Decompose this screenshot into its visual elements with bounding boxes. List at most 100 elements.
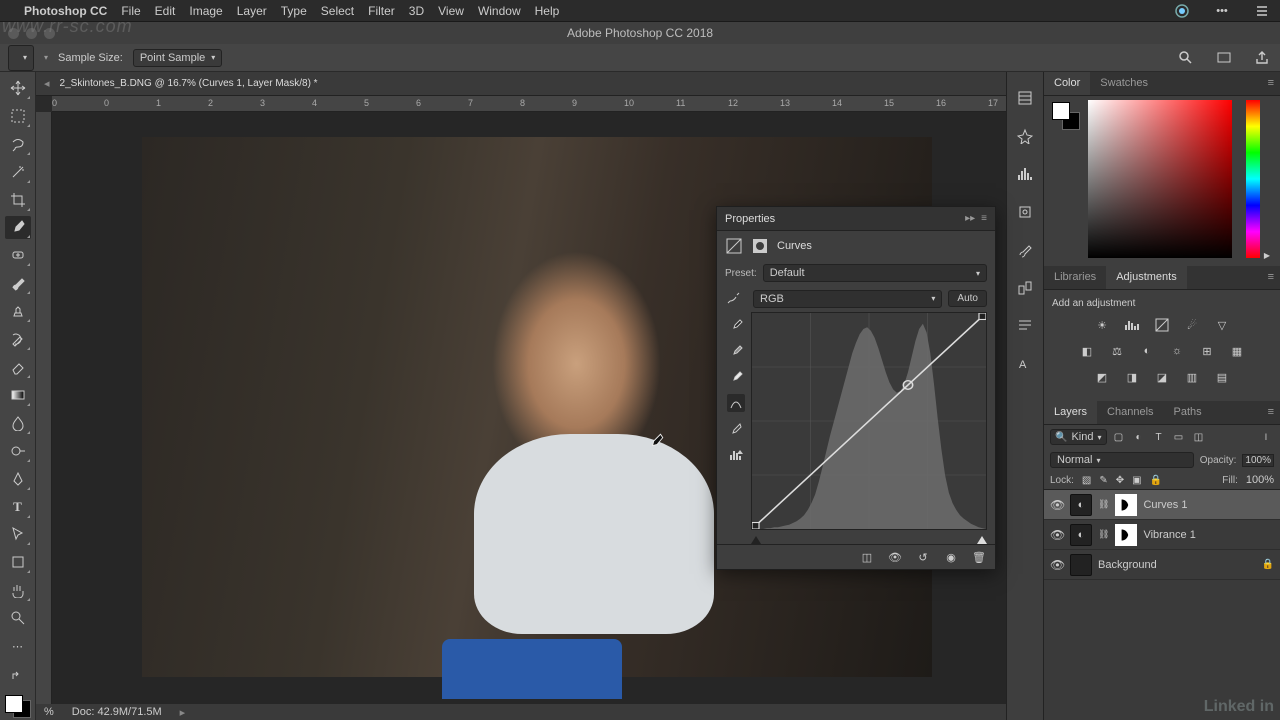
share-icon[interactable] xyxy=(1252,48,1272,68)
screenmode-icon[interactable] xyxy=(1214,48,1234,68)
magic-wand-tool[interactable] xyxy=(5,160,31,184)
menu-file[interactable]: File xyxy=(121,4,140,18)
filter-pixel-icon[interactable]: ▢ xyxy=(1111,429,1127,445)
edit-points-icon[interactable] xyxy=(727,394,745,412)
menu-type[interactable]: Type xyxy=(281,4,307,18)
eyedropper-black-icon[interactable] xyxy=(727,316,745,334)
menu-3d[interactable]: 3D xyxy=(409,4,424,18)
lock-artboard-icon[interactable]: ▣ xyxy=(1132,475,1141,486)
tab-channels[interactable]: Channels xyxy=(1097,401,1163,424)
filter-toggle-icon[interactable]: ⏽ xyxy=(1258,429,1274,445)
menu-layer[interactable]: Layer xyxy=(237,4,267,18)
adj-vibrance-icon[interactable]: ▽ xyxy=(1212,315,1232,335)
adj-exposure-icon[interactable]: ☄ xyxy=(1182,315,1202,335)
channel-select[interactable]: RGB xyxy=(753,290,942,308)
blend-mode-select[interactable]: Normal xyxy=(1050,452,1194,468)
gradient-tool[interactable] xyxy=(5,383,31,407)
layer-curves-1[interactable]: 👁 ◐ ⛓ Curves 1 xyxy=(1044,490,1280,520)
target-adjust-icon[interactable] xyxy=(725,288,747,309)
link-icon[interactable]: ⛓ xyxy=(1098,529,1109,540)
curves-graph[interactable] xyxy=(751,312,987,530)
tab-layers[interactable]: Layers xyxy=(1044,401,1097,424)
color-panel-menu-icon[interactable]: ≡ xyxy=(1262,72,1280,95)
tab-swatches[interactable]: Swatches xyxy=(1090,72,1158,95)
info-panel-icon[interactable] xyxy=(1015,202,1035,222)
swap-fgbg-icon[interactable] xyxy=(5,670,31,683)
app-name[interactable]: Photoshop CC xyxy=(24,4,107,18)
adj-lut-icon[interactable]: ▦ xyxy=(1227,341,1247,361)
blur-tool[interactable] xyxy=(5,411,31,435)
clone-panel-icon[interactable] xyxy=(1015,278,1035,298)
filter-shape-icon[interactable]: ▭ xyxy=(1171,429,1187,445)
visibility-toggle-icon[interactable]: 👁 xyxy=(1050,498,1064,512)
color-field[interactable] xyxy=(1088,100,1232,258)
tab-color[interactable]: Color xyxy=(1044,72,1090,95)
properties-menu-icon[interactable]: ≡ xyxy=(981,213,987,224)
menu-edit[interactable]: Edit xyxy=(155,4,176,18)
paragraph-panel-icon[interactable] xyxy=(1015,316,1035,336)
adjustment-thumb-icon[interactable]: ◐ xyxy=(1070,524,1092,546)
layer-mask-thumb[interactable] xyxy=(1115,494,1137,516)
draw-curve-icon[interactable] xyxy=(727,420,745,438)
clip-to-layer-icon[interactable]: ◫ xyxy=(859,549,875,565)
adj-mixer-icon[interactable]: ⊞ xyxy=(1197,341,1217,361)
move-tool[interactable] xyxy=(5,76,31,100)
lock-transparency-icon[interactable]: ▧ xyxy=(1082,475,1091,486)
lock-position-icon[interactable]: ✥ xyxy=(1116,475,1124,486)
mask-icon[interactable] xyxy=(751,237,769,255)
filter-adjust-icon[interactable]: ◐ xyxy=(1131,429,1147,445)
adj-posterize-icon[interactable]: ◨ xyxy=(1122,367,1142,387)
adj-bw-icon[interactable]: ◐ xyxy=(1137,341,1157,361)
layer-name[interactable]: Vibrance 1 xyxy=(1143,529,1195,541)
filter-smart-icon[interactable]: ◫ xyxy=(1191,429,1207,445)
type-tool[interactable]: T xyxy=(5,495,31,519)
edit-toolbar[interactable]: ⋯ xyxy=(5,634,31,658)
more-icon[interactable]: ••• xyxy=(1214,3,1230,19)
navigator-panel-icon[interactable] xyxy=(1015,126,1035,146)
layer-vibrance-1[interactable]: 👁 ◐ ⛓ Vibrance 1 xyxy=(1044,520,1280,550)
menu-filter[interactable]: Filter xyxy=(368,4,395,18)
tab-libraries[interactable]: Libraries xyxy=(1044,266,1106,289)
preset-select[interactable]: Default xyxy=(763,264,987,282)
path-select-tool[interactable] xyxy=(5,523,31,547)
collapse-icon[interactable]: ▸▸ xyxy=(965,213,975,224)
history-panel-icon[interactable] xyxy=(1015,88,1035,108)
marquee-tool[interactable] xyxy=(5,104,31,128)
link-icon[interactable]: ⛓ xyxy=(1098,499,1109,510)
fill-value[interactable]: 100% xyxy=(1246,474,1274,486)
layer-thumb[interactable] xyxy=(1070,554,1092,576)
properties-panel[interactable]: Properties ▸▸ ≡ Curves Preset: Default R… xyxy=(716,206,996,570)
layer-background[interactable]: 👁 Background 🔒 xyxy=(1044,550,1280,580)
view-previous-icon[interactable]: ◉ xyxy=(943,549,959,565)
ruler-horizontal[interactable]: 00123456789101112131415161718 xyxy=(52,96,1006,112)
lasso-tool[interactable] xyxy=(5,132,31,156)
curves-sliders[interactable] xyxy=(751,534,987,544)
tab-adjustments[interactable]: Adjustments xyxy=(1106,266,1187,289)
histogram-panel-icon[interactable] xyxy=(1015,164,1035,184)
visibility-toggle-icon[interactable]: 👁 xyxy=(1050,528,1064,542)
hue-bar[interactable] xyxy=(1246,100,1260,258)
filter-type-icon[interactable]: T xyxy=(1151,429,1167,445)
adj-brightness-icon[interactable]: ☀ xyxy=(1092,315,1112,335)
color-panel-fgbg[interactable] xyxy=(1052,102,1080,130)
clone-stamp-tool[interactable] xyxy=(5,299,31,323)
trash-icon[interactable]: 🗑 xyxy=(971,549,987,565)
pen-tool[interactable] xyxy=(5,467,31,491)
layer-filter-kind[interactable]: 🔍Kind xyxy=(1050,429,1107,445)
document-tab[interactable]: 2_Skintones_B.DNG @ 16.7% (Curves 1, Lay… xyxy=(54,74,324,93)
shape-tool[interactable] xyxy=(5,550,31,574)
doc-size-readout[interactable]: Doc: 42.9M/71.5M xyxy=(72,706,162,718)
ruler-vertical[interactable] xyxy=(36,112,52,704)
layer-mask-thumb[interactable] xyxy=(1115,524,1137,546)
fgbg-swatch[interactable] xyxy=(3,693,33,720)
layer-name[interactable]: Background xyxy=(1098,559,1157,571)
hand-tool[interactable] xyxy=(5,578,31,602)
layers-panel-menu-icon[interactable]: ≡ xyxy=(1262,401,1280,424)
zoom-tool[interactable] xyxy=(5,606,31,630)
eyedropper-tool[interactable] xyxy=(5,216,31,240)
menu-select[interactable]: Select xyxy=(321,4,354,18)
active-tool-icon[interactable] xyxy=(8,45,34,71)
reset-icon[interactable]: ↺ xyxy=(915,549,931,565)
opacity-value[interactable]: 100% xyxy=(1242,454,1274,467)
search-icon[interactable] xyxy=(1176,48,1196,68)
